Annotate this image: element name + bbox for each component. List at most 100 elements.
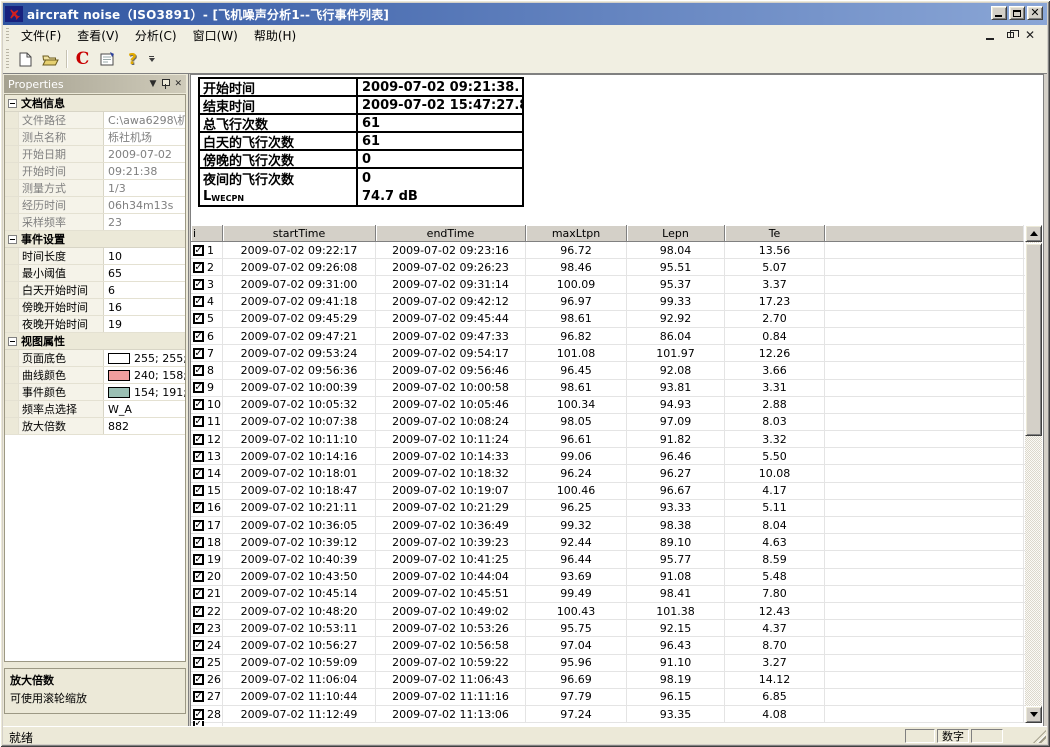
property-row[interactable]: 开始日期 2009-07-02 [5,146,185,163]
column-header-te[interactable]: Te [725,225,825,242]
table-row[interactable]: 11 2009-07-02 10:07:38 2009-07-02 10:08:… [191,414,1026,431]
calibrate-button[interactable]: C [71,48,94,70]
properties-button[interactable] [96,48,119,70]
column-header-maxltpn[interactable]: maxLtpn [526,225,627,242]
table-row[interactable]: 8 2009-07-02 09:56:36 2009-07-02 09:56:4… [191,362,1026,379]
property-row-zoom-factor[interactable]: 放大倍数 882 [5,418,185,435]
table-row[interactable]: 13 2009-07-02 10:14:16 2009-07-02 10:14:… [191,448,1026,465]
property-row-curve-color[interactable]: 曲线颜色 240; 158; 158 [5,367,185,384]
property-value[interactable]: 10 [104,248,185,264]
help-button[interactable]: ? [121,48,144,70]
row-checkbox[interactable] [193,691,204,702]
table-row[interactable]: 23 2009-07-02 10:53:11 2009-07-02 10:53:… [191,620,1026,637]
property-value[interactable]: 1/3 [104,180,185,196]
table-row[interactable]: 26 2009-07-02 11:06:04 2009-07-02 11:06:… [191,672,1026,689]
property-row[interactable]: 经历时间 06h34m13s [5,197,185,214]
panel-close-icon[interactable]: ✕ [174,79,182,89]
child-close-icon[interactable]: ✕ [1023,28,1037,42]
row-checkbox[interactable] [193,313,204,324]
vertical-scrollbar[interactable] [1025,225,1042,723]
row-checkbox[interactable] [193,365,204,376]
table-row[interactable]: 24 2009-07-02 10:56:27 2009-07-02 10:56:… [191,637,1026,654]
table-row[interactable]: 25 2009-07-02 10:59:09 2009-07-02 10:59:… [191,655,1026,672]
menu-item[interactable]: 文件(F) [13,25,69,46]
table-row[interactable]: 21 2009-07-02 10:45:14 2009-07-02 10:45:… [191,586,1026,603]
row-checkbox[interactable] [193,296,204,307]
table-row[interactable]: 7 2009-07-02 09:53:24 2009-07-02 09:54:1… [191,345,1026,362]
table-row[interactable]: 19 2009-07-02 10:40:39 2009-07-02 10:41:… [191,551,1026,568]
minimize-button[interactable] [991,6,1007,20]
table-row[interactable]: 18 2009-07-02 10:39:12 2009-07-02 10:39:… [191,534,1026,551]
menubar-grip[interactable] [6,28,9,42]
column-header-i[interactable]: i [191,225,223,242]
property-value[interactable]: 16 [104,299,185,315]
row-checkbox[interactable] [193,537,204,548]
row-checkbox[interactable] [193,657,204,668]
resize-grip[interactable] [1033,730,1046,743]
collapse-icon[interactable] [8,337,17,346]
property-row-frequency[interactable]: 频率点选择 W_A [5,401,185,418]
open-file-button[interactable] [39,48,62,70]
menu-item[interactable]: 窗口(W) [185,25,246,46]
menu-item[interactable]: 查看(V) [69,25,127,46]
column-header-endtime[interactable]: endTime [376,225,526,242]
property-value[interactable]: C:\awa6298\机场 [104,112,185,128]
row-checkbox[interactable] [193,416,204,427]
pin-icon[interactable] [161,79,169,89]
table-row[interactable]: 22 2009-07-02 10:48:20 2009-07-02 10:49:… [191,603,1026,620]
collapse-icon[interactable] [8,235,17,244]
column-header-starttime[interactable]: startTime [223,225,376,242]
table-row[interactable]: 14 2009-07-02 10:18:01 2009-07-02 10:18:… [191,465,1026,482]
category-doc-info[interactable]: 文档信息 [5,95,185,112]
table-row[interactable]: 15 2009-07-02 10:18:47 2009-07-02 10:19:… [191,483,1026,500]
table-row[interactable]: 2 2009-07-02 09:26:08 2009-07-02 09:26:2… [191,259,1026,276]
table-row[interactable]: 6 2009-07-02 09:47:21 2009-07-02 09:47:3… [191,328,1026,345]
row-checkbox[interactable] [193,279,204,290]
row-checkbox[interactable] [193,520,204,531]
category-view-properties[interactable]: 视图属性 [5,333,185,350]
property-value[interactable]: 23 [104,214,185,230]
table-row[interactable]: 1 2009-07-02 09:22:17 2009-07-02 09:23:1… [191,242,1026,259]
row-checkbox[interactable] [193,434,204,445]
property-row[interactable]: 测量方式 1/3 [5,180,185,197]
row-checkbox[interactable] [193,485,204,496]
property-value[interactable]: 栎社机场 [104,129,185,145]
row-checkbox[interactable] [193,709,204,720]
property-row[interactable]: 夜晚开始时间 19 [5,316,185,333]
row-checkbox[interactable] [193,348,204,359]
row-checkbox[interactable] [193,399,204,410]
property-row[interactable]: 开始时间 09:21:38 [5,163,185,180]
table-row[interactable]: 16 2009-07-02 10:21:11 2009-07-02 10:21:… [191,500,1026,517]
property-row[interactable]: 最小阈值 65 [5,265,185,282]
property-row[interactable]: 时间长度 10 [5,248,185,265]
column-header-empty[interactable] [825,225,1024,242]
property-row[interactable]: 文件路径 C:\awa6298\机场 [5,112,185,129]
row-checkbox[interactable] [193,382,204,393]
column-header-lepn[interactable]: Lepn [627,225,725,242]
row-checkbox[interactable] [193,451,204,462]
scroll-down-button[interactable] [1025,706,1042,723]
property-value[interactable]: 6 [104,282,185,298]
property-value[interactable]: 06h34m13s [104,197,185,213]
row-checkbox[interactable] [193,554,204,565]
child-restore-icon[interactable] [1003,28,1017,42]
row-checkbox[interactable] [193,245,204,256]
menu-item[interactable]: 帮助(H) [246,25,304,46]
category-event-settings[interactable]: 事件设置 [5,231,185,248]
row-checkbox[interactable] [193,640,204,651]
property-row[interactable]: 采样频率 23 [5,214,185,231]
new-document-button[interactable] [14,48,37,70]
table-row[interactable]: 20 2009-07-02 10:43:50 2009-07-02 10:44:… [191,569,1026,586]
table-row[interactable]: 10 2009-07-02 10:05:32 2009-07-02 10:05:… [191,397,1026,414]
row-checkbox[interactable] [193,606,204,617]
property-row[interactable]: 傍晚开始时间 16 [5,299,185,316]
row-checkbox[interactable] [193,502,204,513]
row-checkbox[interactable] [193,588,204,599]
property-value[interactable]: 09:21:38 [104,163,185,179]
property-value[interactable]: 65 [104,265,185,281]
table-row[interactable]: 5 2009-07-02 09:45:29 2009-07-02 09:45:4… [191,311,1026,328]
toolbar-grip[interactable] [6,49,9,69]
property-value[interactable]: 2009-07-02 [104,146,185,162]
row-checkbox[interactable] [193,331,204,342]
panel-menu-icon[interactable]: ▼ [150,79,157,89]
